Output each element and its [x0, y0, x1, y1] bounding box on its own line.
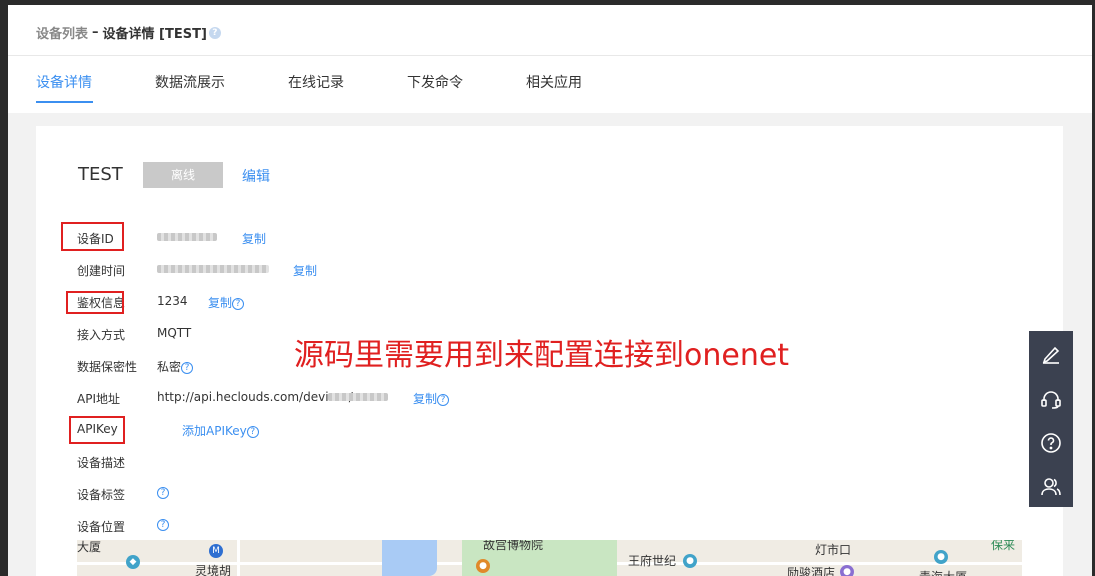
question-icon[interactable]: ?: [437, 394, 450, 406]
question-icon[interactable]: ?: [246, 426, 259, 438]
created-time-value-redacted: [157, 265, 269, 273]
question-icon[interactable]: ?: [157, 519, 169, 531]
map-poi-icon: ◆: [126, 555, 140, 569]
map-label: 保来: [991, 540, 1016, 552]
highlight-auth-info: [66, 291, 124, 314]
map-label: 灯市口: [815, 543, 852, 557]
hotel-icon: ●: [840, 565, 854, 576]
map-poi-icon: ●: [683, 554, 697, 568]
map-label: 灵境胡: [195, 564, 232, 576]
created-time-label: 创建时间: [77, 264, 126, 278]
header-divider: [8, 55, 1092, 56]
active-tab-indicator: [36, 101, 93, 103]
device-id-value-redacted: [157, 233, 217, 241]
question-icon[interactable]: ?: [157, 487, 169, 499]
device-description-label: 设备描述: [77, 456, 126, 470]
help-icon[interactable]: [1029, 421, 1073, 465]
map-label: 故宫博物院: [483, 540, 544, 552]
tab-send-command[interactable]: 下发命令: [407, 72, 463, 92]
map-poi-icon: ●: [476, 559, 490, 573]
copy-api-label: 复制: [413, 392, 438, 406]
question-icon[interactable]: ?: [181, 362, 194, 374]
copy-auth-info-button[interactable]: 复制?: [208, 294, 245, 311]
map-label: 王府世纪: [628, 554, 677, 568]
privacy-value-text: 私密: [157, 360, 182, 374]
add-apikey-label: 添加APIKey: [182, 424, 247, 438]
map-label: 大厦: [77, 540, 102, 554]
access-method-value: MQTT: [157, 326, 192, 340]
edit-icon[interactable]: [1029, 333, 1073, 377]
api-address-label: API地址: [77, 392, 120, 406]
tab-device-details[interactable]: 设备详情: [36, 72, 92, 92]
tab-online-records[interactable]: 在线记录: [288, 72, 344, 92]
breadcrumb-separator: –: [92, 25, 99, 40]
floating-toolbar: [1029, 331, 1073, 507]
highlight-apikey: [69, 416, 125, 444]
copy-device-id-button[interactable]: 复制: [242, 230, 266, 247]
map-label: 青海大厦: [919, 568, 967, 576]
data-privacy-value: 私密?: [157, 358, 194, 375]
headset-icon[interactable]: [1029, 377, 1073, 421]
device-tags-label: 设备标签: [77, 488, 126, 502]
data-privacy-label: 数据保密性: [77, 360, 138, 374]
subway-icon: M: [209, 544, 223, 558]
breadcrumb-device-list[interactable]: 设备列表: [36, 23, 88, 42]
auth-info-value: 1234: [157, 294, 188, 308]
add-apikey-button[interactable]: 添加APIKey?: [182, 422, 259, 439]
location-map[interactable]: 大厦 灵境胡 故宫博物院 王府世纪 灯市口 励骏酒店 青海大厦 保来 ◆ M ●…: [77, 540, 1022, 576]
map-poi-icon: ●: [934, 550, 948, 564]
tab-datastream[interactable]: 数据流展示: [155, 72, 225, 92]
copy-api-address-button[interactable]: 复制?: [413, 390, 450, 407]
map-road: [237, 540, 240, 576]
device-location-label: 设备位置: [77, 520, 126, 534]
copy-created-time-button[interactable]: 复制: [293, 262, 317, 279]
device-name: TEST: [78, 164, 123, 185]
status-badge: 离线: [143, 162, 223, 188]
access-method-label: 接入方式: [77, 328, 126, 342]
highlight-device-id: [61, 222, 124, 251]
map-label: 励骏酒店: [787, 566, 836, 576]
copy-auth-label: 复制: [208, 296, 233, 310]
api-address-value: http://api.heclouds.com/devices/: [157, 390, 353, 404]
window-left-edge: [0, 0, 8, 576]
annotation-text: 源码里需要用到来配置连接到onenet: [294, 338, 790, 373]
edit-link[interactable]: 编辑: [242, 166, 270, 186]
question-icon[interactable]: ?: [232, 298, 245, 310]
page-header: 设备列表 – 设备详情 [TEST] ? 设备详情 数据流展示 在线记录 下发命…: [8, 5, 1092, 113]
map-water: [382, 540, 437, 576]
breadcrumb: 设备列表 – 设备详情 [TEST] ?: [36, 23, 221, 42]
tab-related-apps[interactable]: 相关应用: [526, 72, 582, 92]
breadcrumb-current: 设备详情 [TEST]: [102, 27, 207, 42]
api-address-device-id-redacted: [328, 393, 388, 401]
users-icon[interactable]: [1029, 465, 1073, 509]
question-icon[interactable]: ?: [208, 26, 221, 39]
